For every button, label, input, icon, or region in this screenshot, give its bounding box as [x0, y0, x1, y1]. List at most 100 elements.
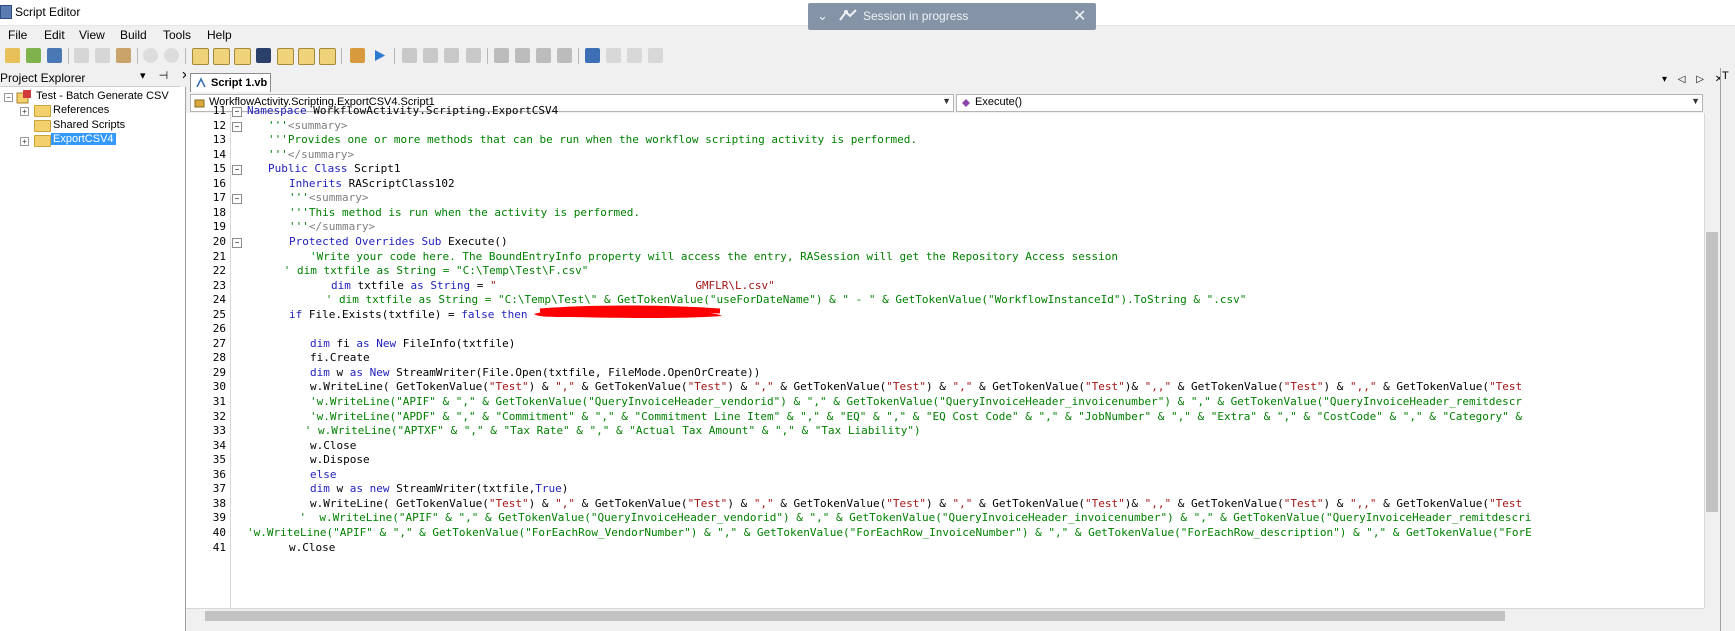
tree-item-exportcsv4[interactable]: ExportCSV4: [51, 133, 116, 145]
indent-icon[interactable]: [536, 48, 551, 63]
find-icon[interactable]: [256, 48, 271, 63]
code-token: WorkflowActivity.Scripting.ExportCSV4: [313, 104, 559, 117]
method-dropdown[interactable]: Execute() ▼: [956, 94, 1703, 112]
horizontal-scroll-thumb[interactable]: [205, 611, 1505, 621]
outline-icon[interactable]: [192, 48, 209, 65]
line-number: 13: [212, 133, 226, 146]
build-icon[interactable]: [350, 48, 365, 63]
undo-icon[interactable]: [143, 48, 158, 63]
add-item-icon[interactable]: [26, 48, 41, 63]
line-number: 35: [212, 453, 226, 466]
code-token: "Test": [1283, 497, 1324, 510]
vertical-scroll-thumb[interactable]: [1706, 232, 1718, 512]
bookmark-toggle-icon[interactable]: [585, 48, 600, 63]
code-line[interactable]: Public Class Script1: [268, 161, 400, 177]
expander-collapse-icon[interactable]: −: [4, 93, 13, 102]
tree-root-project[interactable]: Test - Batch Generate CSV: [36, 90, 169, 102]
bookmark-next-icon[interactable]: [627, 48, 642, 63]
code-token: ) &: [528, 497, 556, 510]
line-number: 24: [212, 293, 226, 306]
step-out-icon[interactable]: [444, 48, 459, 63]
code-line[interactable]: ' dim txtfile as String = "C:\Temp\Test\…: [284, 263, 589, 279]
fold-toggle-icon[interactable]: −: [232, 194, 242, 204]
code-token: ",": [555, 497, 575, 510]
code-token: StreamWriter(txtfile,: [396, 482, 536, 495]
new-project-icon[interactable]: [5, 48, 20, 63]
right-panel-tab[interactable]: T: [1722, 70, 1729, 82]
code-token: ",": [753, 380, 774, 393]
bookmark-prev-icon[interactable]: [606, 48, 621, 63]
copy-icon[interactable]: [95, 48, 110, 63]
tab-strip: [186, 72, 1704, 92]
paste-icon[interactable]: [116, 48, 131, 63]
code-token: ''': [268, 148, 288, 161]
chevron-down-icon: ▼: [1691, 96, 1700, 106]
line-number: 30: [212, 380, 226, 393]
line-number: 29: [212, 366, 226, 379]
menu-tools[interactable]: Tools: [163, 28, 191, 42]
cut-icon[interactable]: [74, 48, 89, 63]
bookmark-icon[interactable]: [213, 48, 230, 65]
menu-build[interactable]: Build: [120, 28, 147, 42]
code-line[interactable]: ' w.WriteLine("APIF" & "," & GetTokenVal…: [300, 510, 1532, 526]
breakpoint-icon[interactable]: [319, 48, 336, 65]
code-token: ",,": [1349, 380, 1377, 393]
code-line[interactable]: 'w.WriteLine("APIF" & "," & GetTokenValu…: [247, 525, 1532, 541]
watch-icon[interactable]: [298, 48, 315, 65]
code-line[interactable]: Protected Overrides Sub Execute(): [289, 234, 508, 250]
tab-controls[interactable]: ▾ ◁ ▷ ✕: [1662, 74, 1727, 85]
play-icon[interactable]: [372, 48, 387, 63]
code-line[interactable]: dim w as new StreamWriter(txtfile,True): [310, 481, 568, 497]
code-line[interactable]: ' w.WriteLine("APTXF" & "," & "Tax Rate"…: [305, 423, 921, 439]
code-line[interactable]: fi.Create: [310, 350, 370, 366]
chevron-down-icon[interactable]: ⌄: [817, 8, 828, 24]
code-token: 'w.WriteLine("APIF" & "," & GetTokenValu…: [310, 395, 1522, 408]
code-line[interactable]: 'w.WriteLine("APIF" & "," & GetTokenValu…: [310, 394, 1522, 410]
uncomment-icon[interactable]: [515, 48, 530, 63]
fold-toggle-icon[interactable]: −: [232, 238, 242, 248]
code-token: Script1: [354, 162, 401, 175]
save-icon[interactable]: [47, 48, 62, 63]
code-token: & GetTokenValue(: [773, 497, 887, 510]
tab-script-1[interactable]: Script 1.vb: [190, 73, 271, 92]
code-line[interactable]: if File.Exists(txtfile) = false then: [289, 307, 527, 323]
tree-item-shared-scripts[interactable]: Shared Scripts: [53, 119, 125, 131]
method-icon: [962, 99, 970, 107]
code-token: ) &: [727, 497, 754, 510]
fold-toggle-icon[interactable]: −: [232, 165, 242, 175]
code-line[interactable]: w.WriteLine( GetTokenValue("Test") & ","…: [310, 379, 1522, 395]
format-icon[interactable]: [234, 48, 251, 65]
code-line[interactable]: '''Provides one or more methods that can…: [268, 132, 917, 148]
menu-help[interactable]: Help: [207, 28, 232, 42]
redo-icon[interactable]: [164, 48, 179, 63]
code-line[interactable]: w.Dispose: [310, 452, 370, 468]
code-line[interactable]: Namespace WorkflowActivity.Scripting.Exp…: [247, 103, 558, 119]
expander-expand-icon[interactable]: +: [20, 107, 29, 116]
menu-edit[interactable]: Edit: [44, 28, 65, 42]
line-number: 21: [212, 250, 226, 263]
tree-item-references[interactable]: References: [53, 104, 109, 116]
code-token: )&: [1124, 380, 1145, 393]
code-token: ' dim txtfile as String = "C:\Temp\Test\…: [283, 264, 589, 277]
outdent-icon[interactable]: [557, 48, 572, 63]
line-number: 34: [212, 439, 226, 452]
step-into-icon[interactable]: [402, 48, 417, 63]
code-line[interactable]: w.Close: [289, 540, 335, 556]
code-line[interactable]: '''<summary>: [289, 190, 368, 206]
fold-toggle-icon[interactable]: −: [232, 107, 242, 117]
line-number: 33: [212, 424, 226, 437]
menu-view[interactable]: View: [79, 28, 105, 42]
fold-toggle-icon[interactable]: −: [232, 122, 242, 132]
code-line[interactable]: '''</summary>: [289, 219, 375, 235]
bookmark-clear-icon[interactable]: [648, 48, 663, 63]
close-icon[interactable]: ✕: [1073, 6, 1086, 26]
expander-expand-icon[interactable]: +: [20, 137, 29, 146]
stop-icon[interactable]: [466, 48, 481, 63]
line-number: 40: [212, 526, 226, 539]
comment-icon[interactable]: [494, 48, 509, 63]
code-token: '''Provides one or more methods that can…: [268, 133, 918, 146]
menu-file[interactable]: File: [8, 28, 27, 42]
step-over-icon[interactable]: [423, 48, 438, 63]
run-to-icon[interactable]: [277, 48, 294, 65]
code-line[interactable]: ' dim txtfile as String = "C:\Temp\Test\…: [326, 292, 1247, 308]
